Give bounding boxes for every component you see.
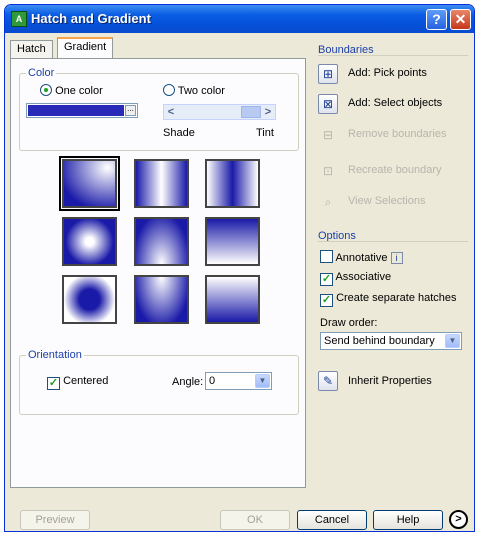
ok-button[interactable]: OK [220, 510, 290, 530]
options-divider [318, 241, 468, 242]
more-options-button[interactable]: > [449, 510, 468, 529]
slider-left-icon[interactable]: < [164, 105, 178, 119]
tab-hatch[interactable]: Hatch [10, 40, 53, 58]
add-select-objects-label[interactable]: Add: Select objects [348, 97, 442, 109]
associative-label: Associative [335, 271, 392, 283]
orientation-group-label: Orientation [26, 349, 84, 361]
two-color-option[interactable]: Two color [163, 84, 225, 97]
preview-button[interactable]: Preview [20, 510, 90, 530]
centered-label: Centered [63, 375, 109, 387]
one-color-radio[interactable] [40, 84, 52, 96]
color-group-label: Color [26, 67, 57, 79]
title-bar: A Hatch and Gradient ? ✕ [5, 5, 474, 33]
pick-points-icon[interactable]: ⊞ [318, 64, 338, 84]
annotative-checkbox[interactable] [320, 250, 333, 263]
view-selections-icon: ⌕ [324, 195, 332, 209]
tint-label: Tint [256, 127, 274, 139]
shade-label: Shade [163, 127, 195, 139]
recreate-boundary-icon: ⊡ [322, 164, 334, 178]
gradient-pattern-inv-curved[interactable] [205, 275, 260, 324]
inherit-properties-icon[interactable]: ✎ [318, 371, 338, 391]
draw-order-combo[interactable]: Send behind boundary ▼ [320, 332, 462, 350]
cancel-button[interactable]: Cancel [297, 510, 367, 530]
associative-option[interactable]: ✓ Associative [320, 271, 391, 286]
window-title: Hatch and Gradient [31, 11, 151, 26]
separate-hatches-checkbox[interactable]: ✓ [320, 294, 333, 307]
centered-option[interactable]: ✓ Centered [47, 375, 108, 390]
one-color-option[interactable]: One color [40, 84, 103, 97]
app-icon: A [11, 11, 27, 27]
color-swatch-fill [28, 105, 124, 116]
select-objects-icon[interactable]: ⊠ [318, 94, 338, 114]
add-pick-points-label[interactable]: Add: Pick points [348, 67, 427, 79]
annotative-label: Annotative [335, 252, 388, 264]
gradient-pattern-hemispherical[interactable] [134, 217, 189, 266]
help-button[interactable]: Help [373, 510, 443, 530]
centered-checkbox[interactable]: ✓ [47, 377, 60, 390]
remove-boundaries-label: Remove boundaries [348, 128, 447, 140]
separate-hatches-label: Create separate hatches [336, 292, 457, 304]
draw-order-value: Send behind boundary [324, 335, 435, 347]
view-selections-label: View Selections [348, 195, 426, 207]
two-color-label: Two color [177, 85, 225, 97]
chevron-down-icon[interactable]: ▼ [445, 334, 460, 348]
associative-checkbox[interactable]: ✓ [320, 273, 333, 286]
chevron-down-icon[interactable]: ▼ [255, 374, 270, 388]
angle-value: 0 [209, 375, 216, 387]
slider-right-icon[interactable]: > [261, 105, 275, 119]
two-color-radio[interactable] [163, 84, 175, 96]
gradient-tab-panel: Color Orientation [10, 58, 306, 488]
color-picker-button[interactable]: ... [125, 105, 136, 116]
help-icon[interactable]: ? [426, 9, 447, 30]
tab-gradient[interactable]: Gradient [57, 37, 114, 59]
gradient-pattern-linear[interactable] [59, 156, 120, 211]
annotative-option[interactable]: Annotative i [320, 250, 403, 264]
slider-thumb[interactable] [241, 106, 261, 118]
color-swatch[interactable]: ... [26, 103, 138, 118]
inherit-properties-label[interactable]: Inherit Properties [348, 375, 432, 387]
gradient-pattern-cylinder[interactable] [134, 159, 189, 208]
gradient-pattern-spherical[interactable] [62, 217, 117, 266]
gradient-pattern-inv-spherical[interactable] [62, 275, 117, 324]
angle-combo[interactable]: 0 ▼ [205, 372, 272, 390]
separate-hatches-option[interactable]: ✓ Create separate hatches [320, 292, 457, 307]
recreate-boundary-label: Recreate boundary [348, 164, 442, 176]
one-color-label: One color [55, 85, 103, 97]
boundaries-divider [318, 55, 468, 56]
shade-tint-slider[interactable]: < > [163, 104, 276, 120]
close-icon[interactable]: ✕ [450, 9, 471, 30]
gradient-pattern-inv-cylinder[interactable] [205, 159, 260, 208]
gradient-pattern-curved[interactable] [205, 217, 260, 266]
info-icon[interactable]: i [390, 252, 403, 264]
remove-boundaries-icon: ⊟ [322, 128, 334, 142]
draw-order-label: Draw order: [320, 317, 378, 329]
angle-label: Angle: [172, 376, 204, 388]
gradient-pattern-inv-hemispherical[interactable] [134, 275, 189, 324]
